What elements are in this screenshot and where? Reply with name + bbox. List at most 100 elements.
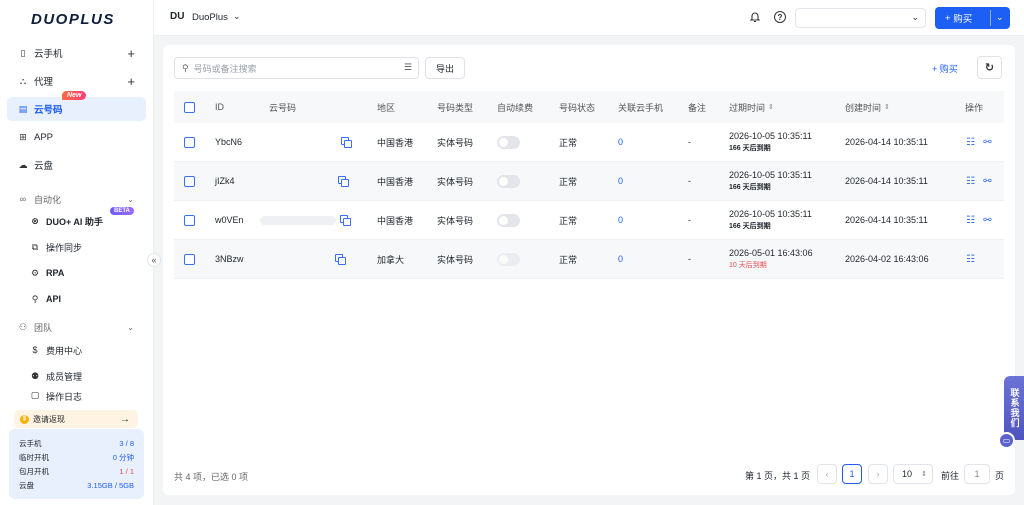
quota-value: 3 / 8: [119, 438, 134, 448]
auto-renew-toggle[interactable]: [497, 123, 520, 161]
sortable-column-header[interactable]: 创建时间 ⇕: [845, 91, 890, 123]
sidebar-item-billing[interactable]: $ 费用中心: [7, 339, 146, 361]
copy-icon[interactable]: [340, 201, 351, 239]
sidebar-item-cloud-phone[interactable]: ▯ 云手机 +: [7, 41, 146, 65]
sidebar-item-proxy[interactable]: ⛬ 代理 +: [7, 69, 146, 93]
contact-us-tab[interactable]: 联系我们: [1004, 376, 1024, 440]
row-checkbox[interactable]: [184, 201, 195, 239]
chevron-updown-icon: ⇕: [921, 471, 927, 478]
workspace-name[interactable]: DuoPlus: [192, 12, 228, 23]
buy-link[interactable]: + 购买: [932, 62, 958, 75]
section-automation[interactable]: ∞ 自动化 ⌄: [7, 189, 146, 209]
link-icon[interactable]: ⚯: [982, 215, 993, 226]
cell-actions: ☷: [965, 240, 982, 278]
sidebar-item-label: 费用中心: [46, 345, 83, 356]
sim-icon: ▤: [18, 103, 28, 114]
page-button-current[interactable]: 1: [842, 464, 862, 484]
sidebar-item-rpa[interactable]: ⚙ RPA: [7, 262, 146, 284]
sidebar-item-label: 操作同步: [46, 242, 83, 253]
details-icon[interactable]: ☷: [965, 254, 976, 265]
cell-created: 2026-04-14 10:35:11: [845, 176, 928, 186]
sortable-column-header[interactable]: 过期时间 ⇕: [729, 91, 774, 123]
sidebar-item-app[interactable]: ⊞ APP: [7, 125, 146, 149]
help-icon[interactable]: ?: [774, 11, 786, 23]
sidebar-item-label: API: [46, 294, 62, 304]
sidebar-item-label: 云手机: [34, 49, 63, 60]
add-icon[interactable]: +: [127, 74, 135, 89]
details-icon[interactable]: ☷: [965, 215, 976, 226]
copy-icon[interactable]: [335, 240, 346, 278]
buy-button[interactable]: + 购买 ⌄: [935, 7, 1010, 29]
row-checkbox[interactable]: [184, 162, 195, 200]
prev-page-button[interactable]: ‹: [817, 464, 837, 484]
cell-region: 中国香港: [377, 176, 414, 187]
quota-value: 3.15GB / 5GB: [87, 480, 134, 490]
quota-label: 临时开机: [19, 452, 49, 462]
expire-days: 166 天后到期: [729, 184, 771, 191]
sort-icon[interactable]: ⇕: [768, 103, 774, 111]
chevron-down-icon: ⌄: [127, 322, 134, 332]
auto-renew-toggle[interactable]: [497, 201, 520, 239]
next-page-button[interactable]: ›: [868, 464, 888, 484]
filter-icon[interactable]: ☰: [404, 62, 412, 73]
auto-renew-toggle[interactable]: [497, 162, 520, 200]
arrow-right-icon: →: [120, 413, 130, 425]
row-checkbox[interactable]: [184, 240, 195, 278]
page-size-select[interactable]: 10 ⇕: [893, 464, 933, 484]
copy-icon[interactable]: [341, 123, 352, 161]
cell-status: 正常: [559, 254, 578, 265]
section-label: 团队: [34, 322, 53, 333]
chevron-down-icon[interactable]: ⌄: [996, 12, 1004, 23]
duoplus-logo[interactable]: DUOPLUS: [31, 11, 115, 28]
invite-cashback-banner[interactable]: $ 邀请返现 →: [14, 410, 138, 428]
linked-phones-link[interactable]: 0: [618, 201, 623, 239]
chevron-down-icon[interactable]: ⌄: [233, 11, 241, 22]
linked-phones-link[interactable]: 0: [618, 123, 623, 161]
goto-page-input[interactable]: 1: [964, 464, 990, 484]
cell-type: 实体号码: [437, 215, 474, 226]
sort-icon[interactable]: ⇕: [884, 103, 890, 111]
search-input[interactable]: ⚲ 号码或备注搜索 ☰: [174, 57, 419, 79]
buy-button-label: 购买: [953, 14, 973, 25]
section-team[interactable]: ⚇ 团队 ⌄: [7, 317, 146, 337]
goto-label: 前往: [941, 471, 960, 481]
export-button[interactable]: 导出: [425, 57, 465, 79]
details-icon[interactable]: ☷: [965, 176, 976, 187]
copy-icon[interactable]: [338, 162, 349, 200]
linked-phones-link[interactable]: 0: [618, 162, 623, 200]
column-header: 云号码: [269, 102, 297, 113]
sidebar-item-members[interactable]: ⚉ 成员管理: [7, 365, 146, 387]
cell-actions: ☷ ⚯: [965, 123, 999, 161]
linked-phones-link[interactable]: 0: [618, 240, 623, 278]
account-select[interactable]: ⌄: [795, 8, 926, 28]
cloud-icon: ☁: [18, 159, 28, 170]
expire-time: 2026-10-05 10:35:11: [729, 209, 812, 219]
bell-icon[interactable]: [749, 11, 761, 23]
add-icon[interactable]: +: [127, 46, 135, 61]
refresh-icon[interactable]: ↻: [977, 56, 1002, 79]
top-header: DU DuoPlus ⌄ ? ⌄ + 购买 ⌄: [154, 0, 1024, 36]
link-icon[interactable]: ⚯: [982, 176, 993, 187]
network-icon: ⛬: [19, 75, 27, 86]
auto-renew-toggle[interactable]: [497, 240, 520, 278]
sidebar-item-operation-log[interactable]: ▢ 操作日志: [7, 390, 146, 404]
sidebar-item-cloud-number[interactable]: ▤ 云号码 New: [7, 91, 146, 121]
quota-row: 临时开机 0 分钟: [19, 450, 134, 464]
link-icon[interactable]: ⚯: [982, 137, 993, 148]
cell-expire: 2026-05-01 16:43:06 10 天后到期: [729, 240, 813, 278]
select-all-checkbox[interactable]: [184, 91, 195, 123]
sidebar-item-ai-assistant[interactable]: ⊗ DUO+ AI 助手 BETA: [7, 207, 146, 232]
sidebar-item-cloud-disk[interactable]: ☁ 云盘: [7, 153, 146, 177]
divider: [990, 10, 991, 26]
details-icon[interactable]: ☷: [965, 137, 976, 148]
row-checkbox[interactable]: [184, 123, 195, 161]
cell-id: YbcN6: [215, 137, 243, 147]
quota-value: 0 分钟: [112, 452, 134, 462]
sidebar-item-operation-sync[interactable]: ⧉ 操作同步: [7, 236, 146, 258]
chat-icon[interactable]: ▭: [998, 432, 1015, 449]
collapse-sidebar-button[interactable]: «: [147, 253, 161, 267]
expire-days: 10 天后到期: [729, 262, 767, 269]
table-row: YbcN6 中国香港 实体号码 正常 0 - 2026-10-05 10:35:…: [174, 123, 1004, 162]
column-header-label: 过期时间: [729, 102, 766, 113]
sidebar-item-api[interactable]: ⚲ API: [7, 288, 146, 310]
